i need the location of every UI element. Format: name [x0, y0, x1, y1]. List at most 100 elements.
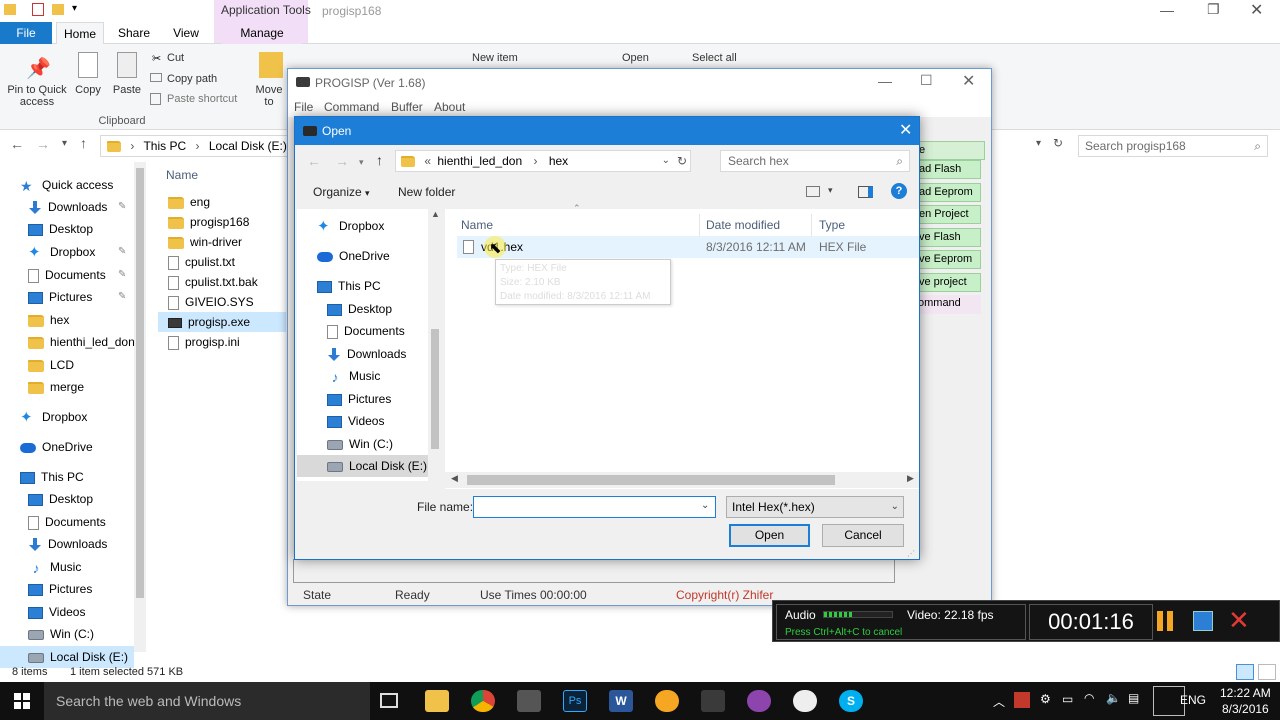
file-list-item[interactable]: cpulist.txt.bak [158, 272, 286, 292]
help-icon[interactable]: ? [891, 183, 907, 199]
progisp-action-button[interactable]: ve project [915, 273, 981, 292]
pinned-icon[interactable]: ✎ [118, 264, 126, 286]
nav-item[interactable]: ★ Quick access [0, 174, 134, 196]
copy-button[interactable]: Copy [72, 84, 104, 96]
tree-item[interactable]: Desktop [297, 298, 428, 320]
nav-scrollbar[interactable] [134, 162, 146, 652]
file-row[interactable]: vd1.hex 8/3/2016 12:11 AM HEX File [457, 236, 919, 258]
open-ribbon-button[interactable]: Open [622, 52, 649, 64]
word-icon[interactable]: W [609, 690, 633, 712]
nav-item[interactable]: Pictures [0, 578, 134, 600]
resize-grip-icon[interactable]: ⋰ [907, 549, 915, 558]
horizontal-scrollbar[interactable]: ◀ ▶ [445, 472, 919, 488]
dialog-close-icon[interactable]: ✕ [899, 117, 912, 145]
tab-view[interactable]: View [164, 22, 208, 44]
battery-icon[interactable]: ▭ [1062, 692, 1073, 706]
firefox-icon[interactable] [655, 690, 679, 712]
progisp-action-button[interactable]: ommand [915, 295, 981, 314]
breadcrumb-hienthi[interactable]: hienthi_led_don [437, 154, 522, 168]
clock-date[interactable]: 8/3/2016 [1222, 702, 1269, 716]
nav-item[interactable]: ♪ Music [0, 556, 134, 578]
up-icon[interactable]: ↑ [80, 135, 87, 151]
progisp-minimize-icon[interactable]: — [878, 73, 892, 89]
progisp-action-button[interactable]: ad Flash [915, 160, 981, 179]
properties-icon[interactable] [32, 3, 44, 16]
organize-button[interactable]: Organize ▾ [313, 185, 370, 199]
nav-item[interactable]: Downloads ✎ [0, 196, 134, 218]
tree-item[interactable]: OneDrive [297, 245, 428, 267]
pinned-icon[interactable]: ✎ [118, 286, 126, 308]
scroll-left-icon[interactable]: ◀ [451, 473, 458, 484]
name-column-header[interactable]: Name [166, 168, 286, 182]
scroll-right-icon[interactable]: ▶ [907, 473, 914, 484]
pin-to-quick-access-button[interactable]: Pin to Quick access [4, 84, 70, 108]
volume-icon[interactable]: 🔈 [1106, 691, 1121, 705]
nav-item[interactable]: LCD [0, 354, 134, 376]
column-date-modified[interactable]: Date modified [706, 214, 780, 236]
refresh-icon[interactable]: ↻ [1053, 136, 1063, 150]
filename-dropdown-icon[interactable]: ⌄ [701, 500, 709, 511]
view-options-icon[interactable] [806, 186, 820, 197]
wifi-icon[interactable]: ◠ [1084, 691, 1094, 705]
cut-button[interactable]: Cut [167, 52, 184, 64]
tray-app-icon[interactable] [1014, 692, 1030, 708]
file-list-item[interactable]: cpulist.txt [158, 252, 286, 272]
nav-item[interactable]: Videos [0, 601, 134, 623]
scroll-up-icon[interactable]: ▲ [431, 209, 440, 219]
new-folder-icon[interactable] [52, 4, 64, 15]
nav-item[interactable]: Documents [0, 511, 134, 533]
tree-item[interactable]: Documents [297, 320, 428, 342]
up-icon[interactable]: ↑ [376, 152, 383, 168]
file-list-item[interactable]: progisp.exe [158, 312, 286, 332]
maximize-icon[interactable]: ❐ [1207, 1, 1220, 18]
tree-item[interactable]: Videos [297, 410, 428, 432]
horizontal-scroll-thumb[interactable] [467, 475, 835, 485]
breadcrumb-overflow[interactable]: « [424, 154, 431, 168]
file-list-item[interactable]: win-driver [158, 232, 286, 252]
nav-item[interactable]: Desktop [0, 218, 134, 240]
tab-manage[interactable]: Manage [222, 22, 302, 44]
file-list-item[interactable]: GIVEIO.SYS [158, 292, 286, 312]
close-icon[interactable]: ✕ [1250, 0, 1263, 20]
menu-about[interactable]: About [434, 100, 465, 114]
tab-home[interactable]: Home [56, 22, 104, 44]
tree-item[interactable]: Local Disk (E:) [297, 455, 428, 477]
menu-command[interactable]: Command [324, 100, 379, 114]
dialog-breadcrumb[interactable]: « hienthi_led_don › hex ⌄ ↻ [395, 150, 691, 172]
file-list-item[interactable]: progisp168 [158, 212, 286, 232]
cancel-recording-icon[interactable]: ✕ [1228, 605, 1250, 636]
details-view-icon[interactable] [1236, 664, 1254, 680]
nav-item[interactable]: ✦ Dropbox ✎ [0, 241, 134, 263]
media-player-icon[interactable] [793, 690, 817, 712]
paste-shortcut-button[interactable]: Paste shortcut [167, 93, 237, 105]
column-name[interactable]: Name [461, 214, 493, 236]
forward-icon[interactable]: → [36, 136, 50, 152]
progisp-action-button[interactable]: ve Flash [915, 228, 981, 247]
new-folder-button[interactable]: New folder [398, 185, 455, 199]
progisp-action-button[interactable]: e [915, 141, 985, 160]
nav-scroll-thumb[interactable] [136, 168, 144, 598]
nav-item[interactable]: Documents ✎ [0, 264, 134, 286]
progisp-action-button[interactable]: ad Eeprom [915, 183, 981, 202]
pinned-icon[interactable]: ✎ [118, 196, 126, 218]
windows-start-icon[interactable] [14, 693, 30, 709]
column-divider[interactable] [699, 214, 700, 236]
recent-locations-icon[interactable]: ▾ [359, 157, 364, 168]
new-item-button[interactable]: New item [472, 52, 518, 64]
file-list-item[interactable]: eng [158, 192, 286, 212]
nav-item[interactable]: Downloads [0, 533, 134, 555]
pause-icon[interactable] [1157, 611, 1173, 631]
select-all-button[interactable]: Select all [692, 52, 737, 64]
search-input[interactable]: Search progisp168 ⌕ [1078, 135, 1268, 157]
preview-pane-icon[interactable] [858, 186, 873, 198]
nav-item[interactable]: Pictures ✎ [0, 286, 134, 308]
tree-scroll-thumb[interactable] [431, 329, 439, 449]
taskbar-search[interactable]: Search the web and Windows [44, 682, 370, 720]
progisp-action-button[interactable]: en Project [915, 205, 981, 224]
app-icon[interactable] [747, 690, 771, 712]
file-type-select[interactable]: Intel Hex(*.hex) ⌄ [726, 496, 904, 518]
nav-item[interactable]: OneDrive [0, 436, 134, 458]
recent-locations-icon[interactable]: ▾ [62, 138, 67, 149]
tree-scrollbar[interactable]: ▲ [428, 209, 442, 481]
photoshop-icon[interactable]: Ps [563, 690, 587, 712]
